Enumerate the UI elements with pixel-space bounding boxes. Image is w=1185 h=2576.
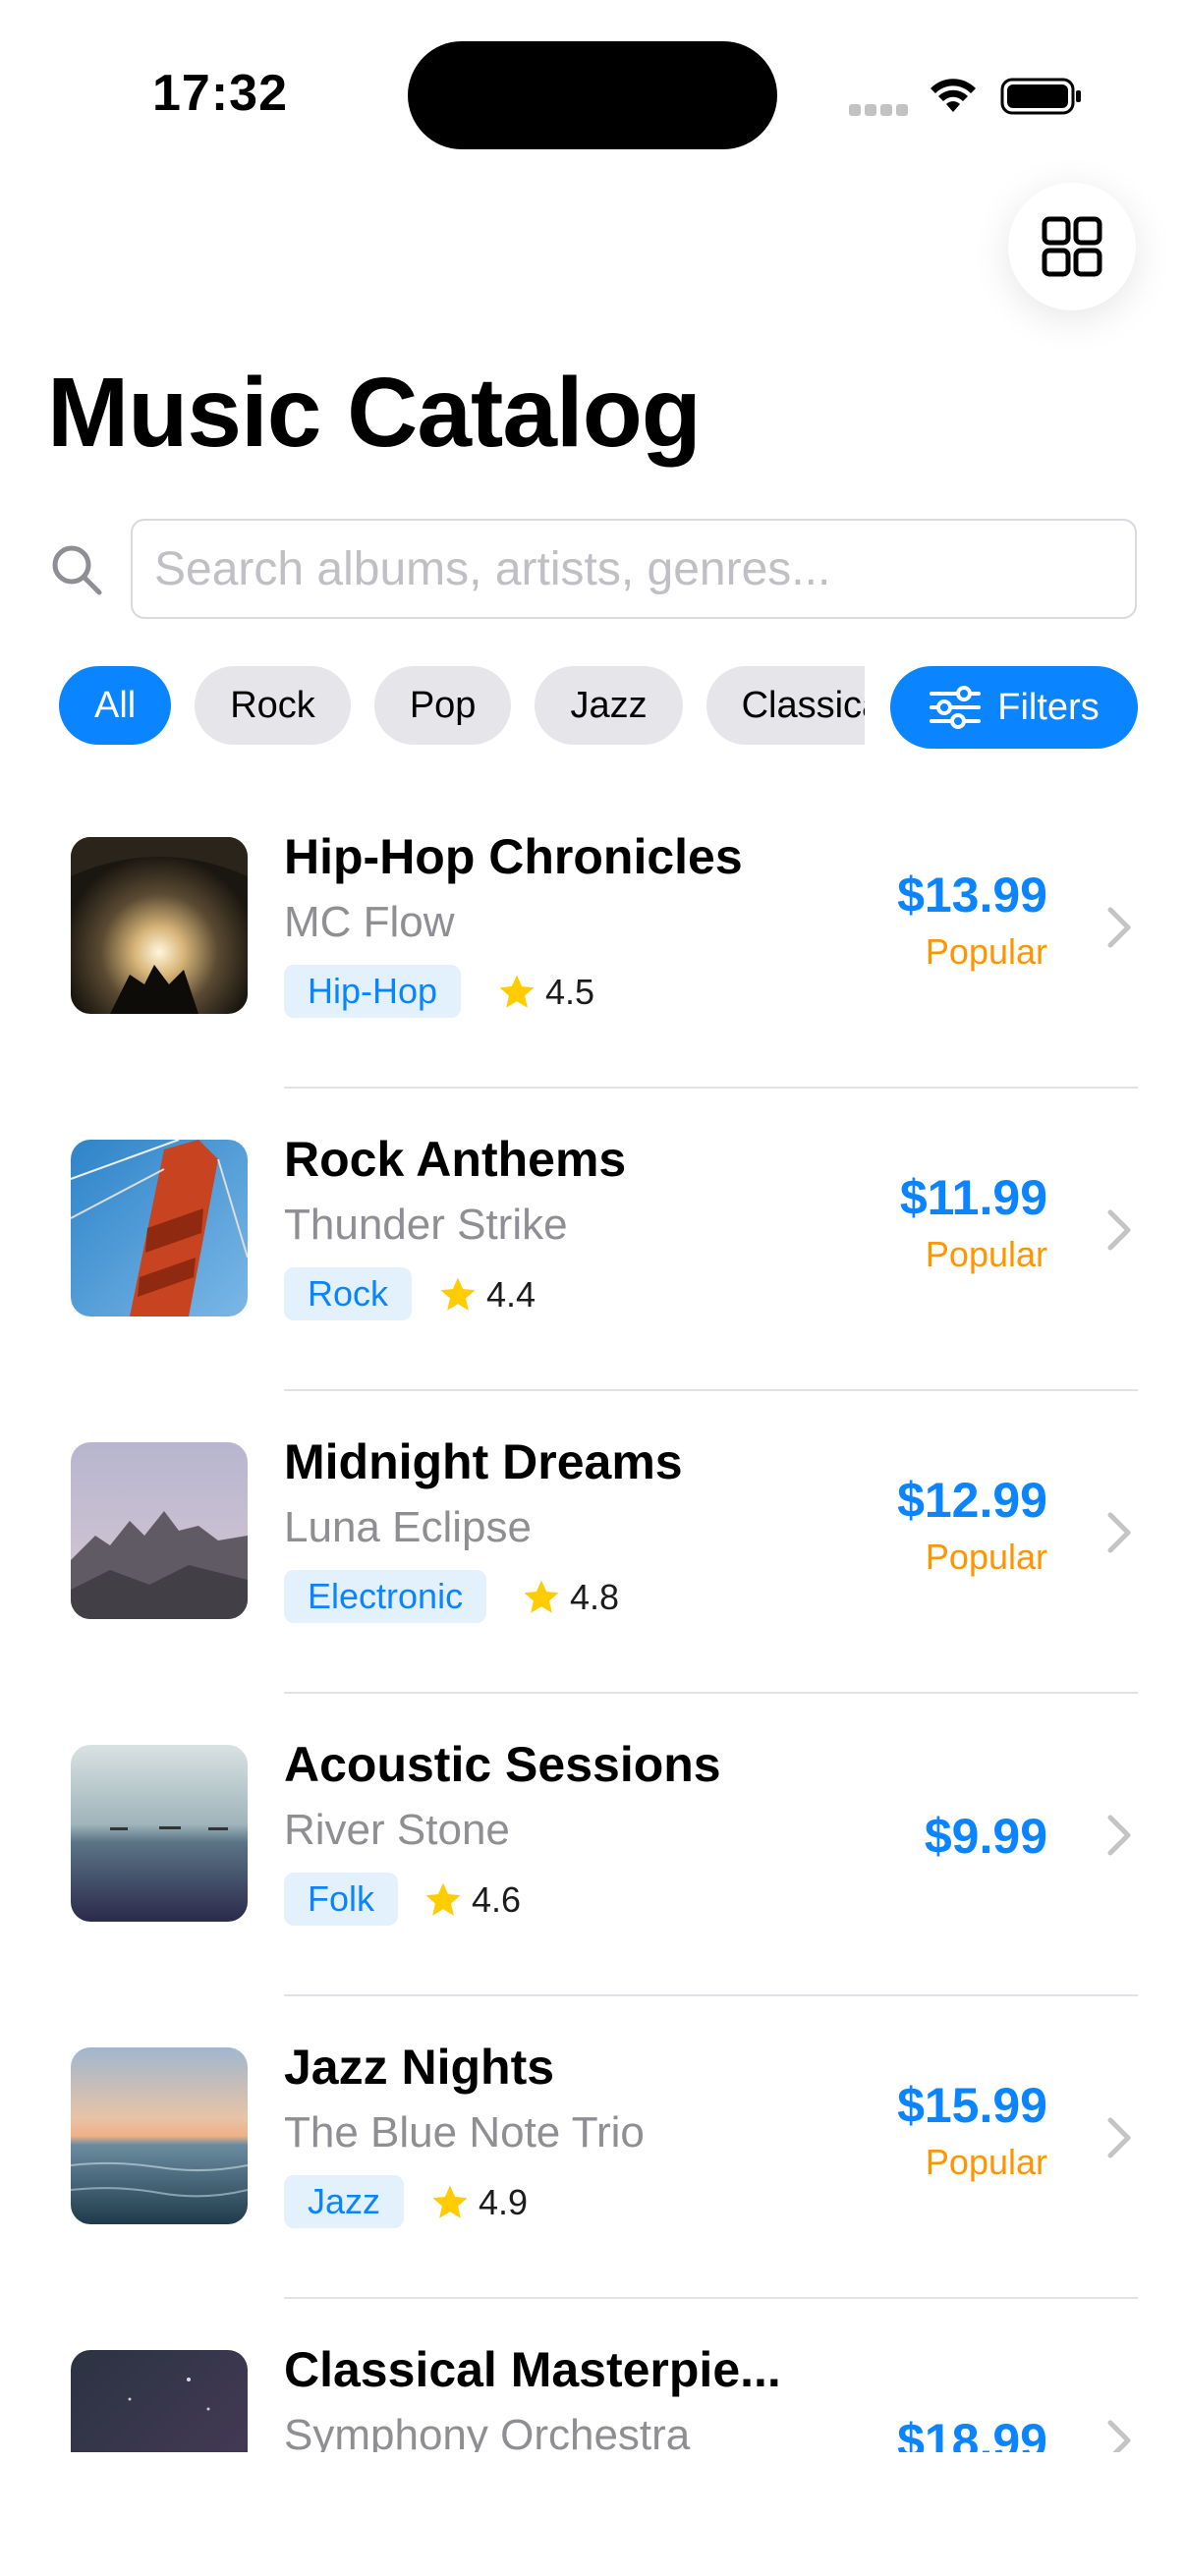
album-row[interactable]: Classical Masterpie... Symphony Orchestr…: [0, 2299, 1185, 2452]
popular-badge: Popular: [925, 1537, 1047, 1577]
search-icon: [52, 545, 102, 595]
album-price: $18.99: [897, 2414, 1047, 2452]
wifi-icon: [931, 79, 976, 112]
album-title: Jazz Nights: [284, 2040, 555, 2095]
rating-value: 4.8: [570, 1577, 620, 1617]
album-title: Classical Masterpie...: [284, 2342, 781, 2397]
chevron-right-icon: [1107, 1512, 1131, 1553]
album-row[interactable]: Jazz Nights The Blue Note Trio Jazz 4.9 …: [0, 1996, 1185, 2299]
genre-chips: All Rock Pop Jazz Classical: [59, 666, 865, 745]
status-time: 17:32: [152, 65, 288, 122]
star-icon: [524, 1580, 559, 1613]
album-row[interactable]: Midnight Dreams Luna Eclipse Electronic …: [0, 1391, 1185, 1694]
album-row[interactable]: Rock Anthems Thunder Strike Rock 4.4 $11…: [0, 1089, 1185, 1391]
album-price: $13.99: [897, 868, 1047, 923]
album-title: Hip-Hop Chronicles: [284, 829, 743, 884]
genre-chip-classical[interactable]: Classical: [705, 666, 865, 745]
genre-tag: Hip-Hop: [284, 965, 462, 1018]
grid-icon: [1042, 216, 1102, 277]
album-cover-image: [71, 1140, 248, 1316]
chevron-right-icon: [1107, 1815, 1131, 1856]
album-cover-image: [71, 1442, 248, 1619]
album-cover-image: [71, 2047, 248, 2224]
popular-badge: Popular: [925, 1234, 1047, 1274]
sliders-icon: [930, 686, 982, 729]
star-icon: [499, 975, 535, 1008]
grid-view-button[interactable]: [1008, 183, 1136, 310]
album-row[interactable]: Acoustic Sessions River Stone Folk 4.6 $…: [0, 1694, 1185, 1996]
genre-chip-rock[interactable]: Rock: [195, 666, 351, 745]
rating-value: 4.5: [545, 972, 595, 1012]
genre-tag: Folk: [284, 1873, 399, 1926]
filters-button[interactable]: Filters: [890, 666, 1138, 749]
filters-label: Filters: [997, 686, 1100, 728]
genre-tag: Rock: [284, 1267, 413, 1320]
album-artist: Thunder Strike: [284, 1201, 568, 1249]
album-price: $11.99: [899, 1170, 1047, 1225]
battery-icon: [1000, 78, 1081, 115]
genre-chips-scroll[interactable]: All Rock Pop Jazz Classical: [0, 666, 865, 751]
chevron-right-icon: [1107, 907, 1131, 948]
genre-chip-pop[interactable]: Pop: [373, 666, 512, 745]
cellular-signal-icon: [849, 104, 910, 116]
album-title: Acoustic Sessions: [284, 1737, 721, 1792]
rating-value: 4.9: [479, 2182, 529, 2222]
popular-badge: Popular: [925, 2142, 1047, 2182]
genre-tag: Jazz: [284, 2175, 405, 2228]
genre-chip-jazz[interactable]: Jazz: [535, 666, 683, 745]
album-price: $9.99: [924, 1809, 1047, 1864]
album-title: Midnight Dreams: [284, 1434, 683, 1489]
status-bar: 17:32: [0, 0, 1185, 187]
rating-value: 4.6: [472, 1879, 522, 1920]
rating: 4.8: [521, 1574, 619, 1621]
album-artist: Luna Eclipse: [284, 1503, 532, 1551]
star-icon: [432, 2185, 468, 2218]
genre-chip-all[interactable]: All: [59, 666, 172, 745]
page-title: Music Catalog: [47, 358, 702, 468]
album-cover-image: [71, 837, 248, 1014]
rating: 4.9: [429, 2179, 528, 2226]
album-artist: MC Flow: [284, 898, 455, 946]
genre-tag: Electronic: [284, 1570, 487, 1623]
album-artist: Symphony Orchestra: [284, 2411, 691, 2452]
album-list[interactable]: Hip-Hop Chronicles MC Flow Hip-Hop 4.5 $…: [0, 786, 1185, 2452]
album-artist: The Blue Note Trio: [284, 2108, 645, 2156]
rating-value: 4.4: [486, 1274, 536, 1315]
rating: 4.5: [496, 969, 594, 1016]
dynamic-island: [408, 41, 777, 149]
rating: 4.4: [437, 1271, 536, 1318]
album-cover-image: [71, 1745, 248, 1922]
rating: 4.6: [423, 1876, 521, 1924]
search-input[interactable]: [131, 519, 1137, 619]
chevron-right-icon: [1107, 1209, 1131, 1251]
chevron-right-icon: [1107, 2117, 1131, 2158]
star-icon: [440, 1277, 476, 1311]
chevron-right-icon: [1107, 2420, 1131, 2452]
star-icon: [425, 1882, 461, 1916]
album-cover-image: [71, 2350, 248, 2452]
popular-badge: Popular: [925, 931, 1047, 972]
album-title: Rock Anthems: [284, 1132, 627, 1187]
album-price: $15.99: [897, 2078, 1047, 2133]
album-price: $12.99: [897, 1473, 1047, 1528]
album-artist: River Stone: [284, 1806, 510, 1854]
album-row[interactable]: Hip-Hop Chronicles MC Flow Hip-Hop 4.5 $…: [0, 786, 1185, 1089]
